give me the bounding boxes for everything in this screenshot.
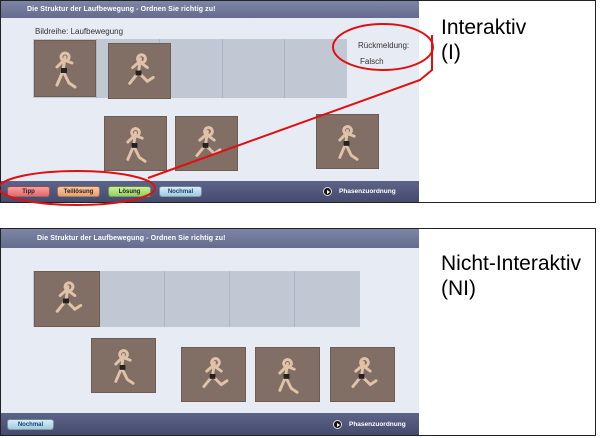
sequence-slot-2 <box>100 271 165 327</box>
noninteractive-panel: Die Struktur der Laufbewegung - Ordnen S… <box>0 228 596 436</box>
play-icon[interactable] <box>333 420 342 429</box>
interactive-panel: Die Struktur der Laufbewegung - Ordnen S… <box>0 0 596 203</box>
app-title: Die Struktur der Laufbewegung - Ordnen S… <box>1 1 419 18</box>
sequence-slot-4 <box>230 271 295 327</box>
sequence-slot-5[interactable] <box>285 39 347 98</box>
runner-figure[interactable] <box>108 43 171 99</box>
partial-solution-button[interactable]: Teillösung <box>57 186 100 197</box>
caption-noninteractive: Nicht-Interaktiv (NI) <box>441 251 581 301</box>
noninteractive-app-window: Die Struktur der Laufbewegung - Ordnen S… <box>1 229 419 435</box>
sequence-slot-4[interactable] <box>223 39 285 98</box>
runner-figure <box>181 347 246 402</box>
phase-assignment-link[interactable]: Phasenzuordnung <box>339 188 396 195</box>
caption-noninteractive-line-2: (NI) <box>441 277 476 300</box>
runner-figure[interactable] <box>34 40 96 97</box>
runner-figure <box>91 338 156 393</box>
caption-noninteractive-line-1: Nicht-Interaktiv <box>441 252 582 275</box>
interactive-app-window: Die Struktur der Laufbewegung - Ordnen S… <box>1 1 419 202</box>
bottom-toolbar: Nochmal Phasenzuordnung <box>1 413 419 435</box>
phase-assignment-link[interactable]: Phasenzuordnung <box>349 421 406 428</box>
app-title: Die Struktur der Laufbewegung - Ordnen S… <box>1 229 419 248</box>
repeat-button[interactable]: Nochmal <box>7 419 54 430</box>
runner-figure <box>255 347 320 402</box>
feedback-label: Rückmeldung: <box>358 41 410 50</box>
runner-figure <box>330 347 395 402</box>
runner-figure[interactable] <box>104 116 167 171</box>
caption-interactive-line-1: Interaktiv <box>441 16 527 39</box>
feedback-value: Falsch <box>360 57 384 66</box>
runner-figure <box>34 271 100 327</box>
image-series-label: Bildreihe: Laufbewegung <box>35 27 124 36</box>
bottom-toolbar: Tipp Teillösung Lösung Nochmal Phasenzuo… <box>1 181 419 202</box>
solution-button[interactable]: Lösung <box>108 186 151 197</box>
sequence-slot-3 <box>165 271 230 327</box>
sequence-slot-5 <box>295 271 360 327</box>
runner-figure[interactable] <box>175 116 238 171</box>
runner-figure[interactable] <box>316 114 379 169</box>
tipp-button[interactable]: Tipp <box>7 186 50 197</box>
caption-interactive: Interaktiv (I) <box>441 15 526 65</box>
repeat-button[interactable]: Nochmal <box>159 186 202 197</box>
caption-interactive-line-2: (I) <box>441 41 461 64</box>
play-icon[interactable] <box>323 187 332 196</box>
